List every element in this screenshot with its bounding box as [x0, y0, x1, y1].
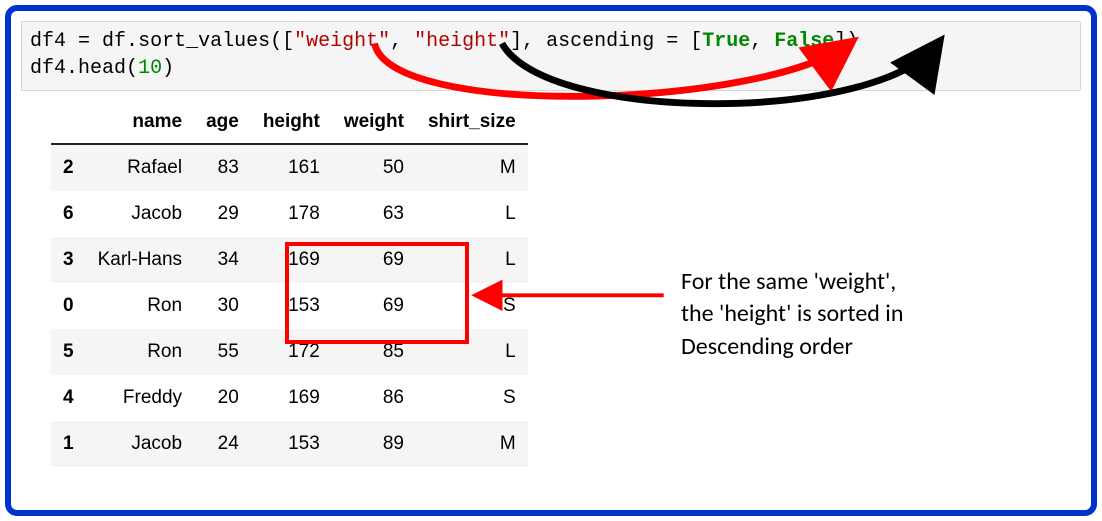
cell-height: 161: [251, 144, 332, 191]
annotation-line-2: the 'height' is sorted in: [681, 298, 1011, 330]
annotation-text: For the same 'weight', the 'height' is s…: [681, 266, 1011, 363]
cell-height: 169: [251, 237, 332, 283]
table-row: 6 Jacob 29 178 63 L: [51, 191, 528, 237]
cell-name: Jacob: [86, 421, 194, 467]
cell-name: Ron: [86, 283, 194, 329]
row-index: 6: [51, 191, 86, 237]
cell-shirt-size: L: [416, 237, 528, 283]
cell-age: 34: [194, 237, 251, 283]
cell-shirt-size: M: [416, 144, 528, 191]
cell-name: Ron: [86, 329, 194, 375]
cell-name: Jacob: [86, 191, 194, 237]
cell-weight: 86: [332, 375, 416, 421]
row-index: 2: [51, 144, 86, 191]
col-height: height: [251, 101, 332, 144]
col-name: name: [86, 101, 194, 144]
table-row: 4 Freddy 20 169 86 S: [51, 375, 528, 421]
cell-weight: 69: [332, 237, 416, 283]
cell-name: Karl-Hans: [86, 237, 194, 283]
cell-height: 169: [251, 375, 332, 421]
cell-height: 153: [251, 421, 332, 467]
code-line-1: df4 = df.sort_values(["weight", "height"…: [30, 30, 858, 53]
cell-height: 178: [251, 191, 332, 237]
row-index: 1: [51, 421, 86, 467]
cell-shirt-size: S: [416, 283, 528, 329]
cell-weight: 63: [332, 191, 416, 237]
cell-age: 83: [194, 144, 251, 191]
cell-shirt-size: L: [416, 329, 528, 375]
table-header-row: name age height weight shirt_size: [51, 101, 528, 144]
cell-shirt-size: S: [416, 375, 528, 421]
annotation-line-1: For the same 'weight',: [681, 266, 1011, 298]
cell-name: Freddy: [86, 375, 194, 421]
dataframe-table: name age height weight shirt_size 2 Rafa…: [51, 101, 528, 467]
index-header: [51, 101, 86, 144]
cell-name: Rafael: [86, 144, 194, 191]
row-index: 3: [51, 237, 86, 283]
table-row: 5 Ron 55 172 85 L: [51, 329, 528, 375]
cell-shirt-size: M: [416, 421, 528, 467]
cell-age: 24: [194, 421, 251, 467]
table-row: 2 Rafael 83 161 50 M: [51, 144, 528, 191]
cell-height: 153: [251, 283, 332, 329]
cell-weight: 85: [332, 329, 416, 375]
row-index: 4: [51, 375, 86, 421]
cell-height: 172: [251, 329, 332, 375]
code-cell: df4 = df.sort_values(["weight", "height"…: [21, 21, 1081, 91]
cell-age: 55: [194, 329, 251, 375]
main-frame: df4 = df.sort_values(["weight", "height"…: [5, 5, 1097, 516]
cell-weight: 69: [332, 283, 416, 329]
dataframe-output: name age height weight shirt_size 2 Rafa…: [51, 101, 591, 467]
col-shirt-size: shirt_size: [416, 101, 528, 144]
cell-shirt-size: L: [416, 191, 528, 237]
code-line-2: df4.head(10): [30, 57, 174, 80]
cell-weight: 50: [332, 144, 416, 191]
table-row: 3 Karl-Hans 34 169 69 L: [51, 237, 528, 283]
cell-age: 29: [194, 191, 251, 237]
annotation-line-3: Descending order: [681, 331, 1011, 363]
table-row: 0 Ron 30 153 69 S: [51, 283, 528, 329]
col-weight: weight: [332, 101, 416, 144]
row-index: 5: [51, 329, 86, 375]
row-index: 0: [51, 283, 86, 329]
cell-weight: 89: [332, 421, 416, 467]
table-row: 1 Jacob 24 153 89 M: [51, 421, 528, 467]
col-age: age: [194, 101, 251, 144]
cell-age: 30: [194, 283, 251, 329]
cell-age: 20: [194, 375, 251, 421]
